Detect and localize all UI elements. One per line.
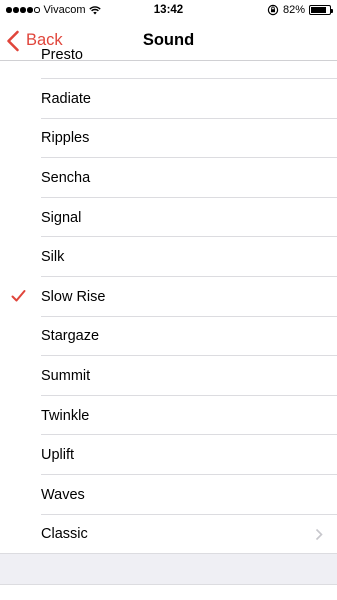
list-item-silk[interactable]: Silk xyxy=(0,237,337,277)
rotation-lock-icon xyxy=(267,4,279,16)
sound-list: Presto Radiate Ripples Sencha Signal Silk Slo… xyxy=(0,41,337,554)
signal-strength-icon xyxy=(6,7,40,13)
status-bar: Vivacom 13:42 82% xyxy=(0,0,337,20)
group-footer-gap xyxy=(0,553,337,585)
list-item-waves[interactable]: Waves xyxy=(0,475,337,515)
list-item-stargaze[interactable]: Stargaze xyxy=(0,317,337,357)
list-item-label: Waves xyxy=(41,486,85,503)
carrier-name: Vivacom xyxy=(43,4,86,16)
list-item-label: Radiate xyxy=(41,90,91,107)
list-item-label: Ripples xyxy=(41,130,90,147)
list-item-twinkle[interactable]: Twinkle xyxy=(0,396,337,436)
list-item-label: Classic xyxy=(41,526,88,543)
list-item-slow-rise[interactable]: Slow Rise xyxy=(0,277,337,317)
list-item-uplift[interactable]: Uplift xyxy=(0,435,337,475)
list-item-label: Presto xyxy=(41,47,83,63)
wifi-icon xyxy=(89,6,102,15)
list-item-label: Silk xyxy=(41,249,65,266)
battery-icon xyxy=(309,5,333,15)
checkmark-icon xyxy=(11,289,26,302)
list-item-label: Slow Rise xyxy=(41,288,106,305)
list-item-sencha[interactable]: Sencha xyxy=(0,158,337,198)
list-item-label: Stargaze xyxy=(41,328,100,345)
list-item-label: Twinkle xyxy=(41,407,90,424)
list-item-label: Summit xyxy=(41,367,91,384)
list-item-signal[interactable]: Signal xyxy=(0,198,337,238)
list-item-label: Signal xyxy=(41,209,82,226)
chevron-right-icon xyxy=(315,528,323,540)
list-item-label: Sencha xyxy=(41,169,91,186)
list-item-ripples[interactable]: Ripples xyxy=(0,119,337,159)
battery-level xyxy=(311,7,326,13)
list-item-radiate[interactable]: Radiate xyxy=(0,79,337,119)
list-item-summit[interactable]: Summit xyxy=(0,356,337,396)
battery-percent: 82% xyxy=(282,4,305,16)
status-left: Vivacom xyxy=(6,4,102,16)
list-item-presto[interactable]: Presto xyxy=(0,41,337,79)
list-item-classic[interactable]: Classic xyxy=(0,515,337,555)
list-item-label: Uplift xyxy=(41,447,75,464)
status-right: 82% xyxy=(267,4,333,16)
